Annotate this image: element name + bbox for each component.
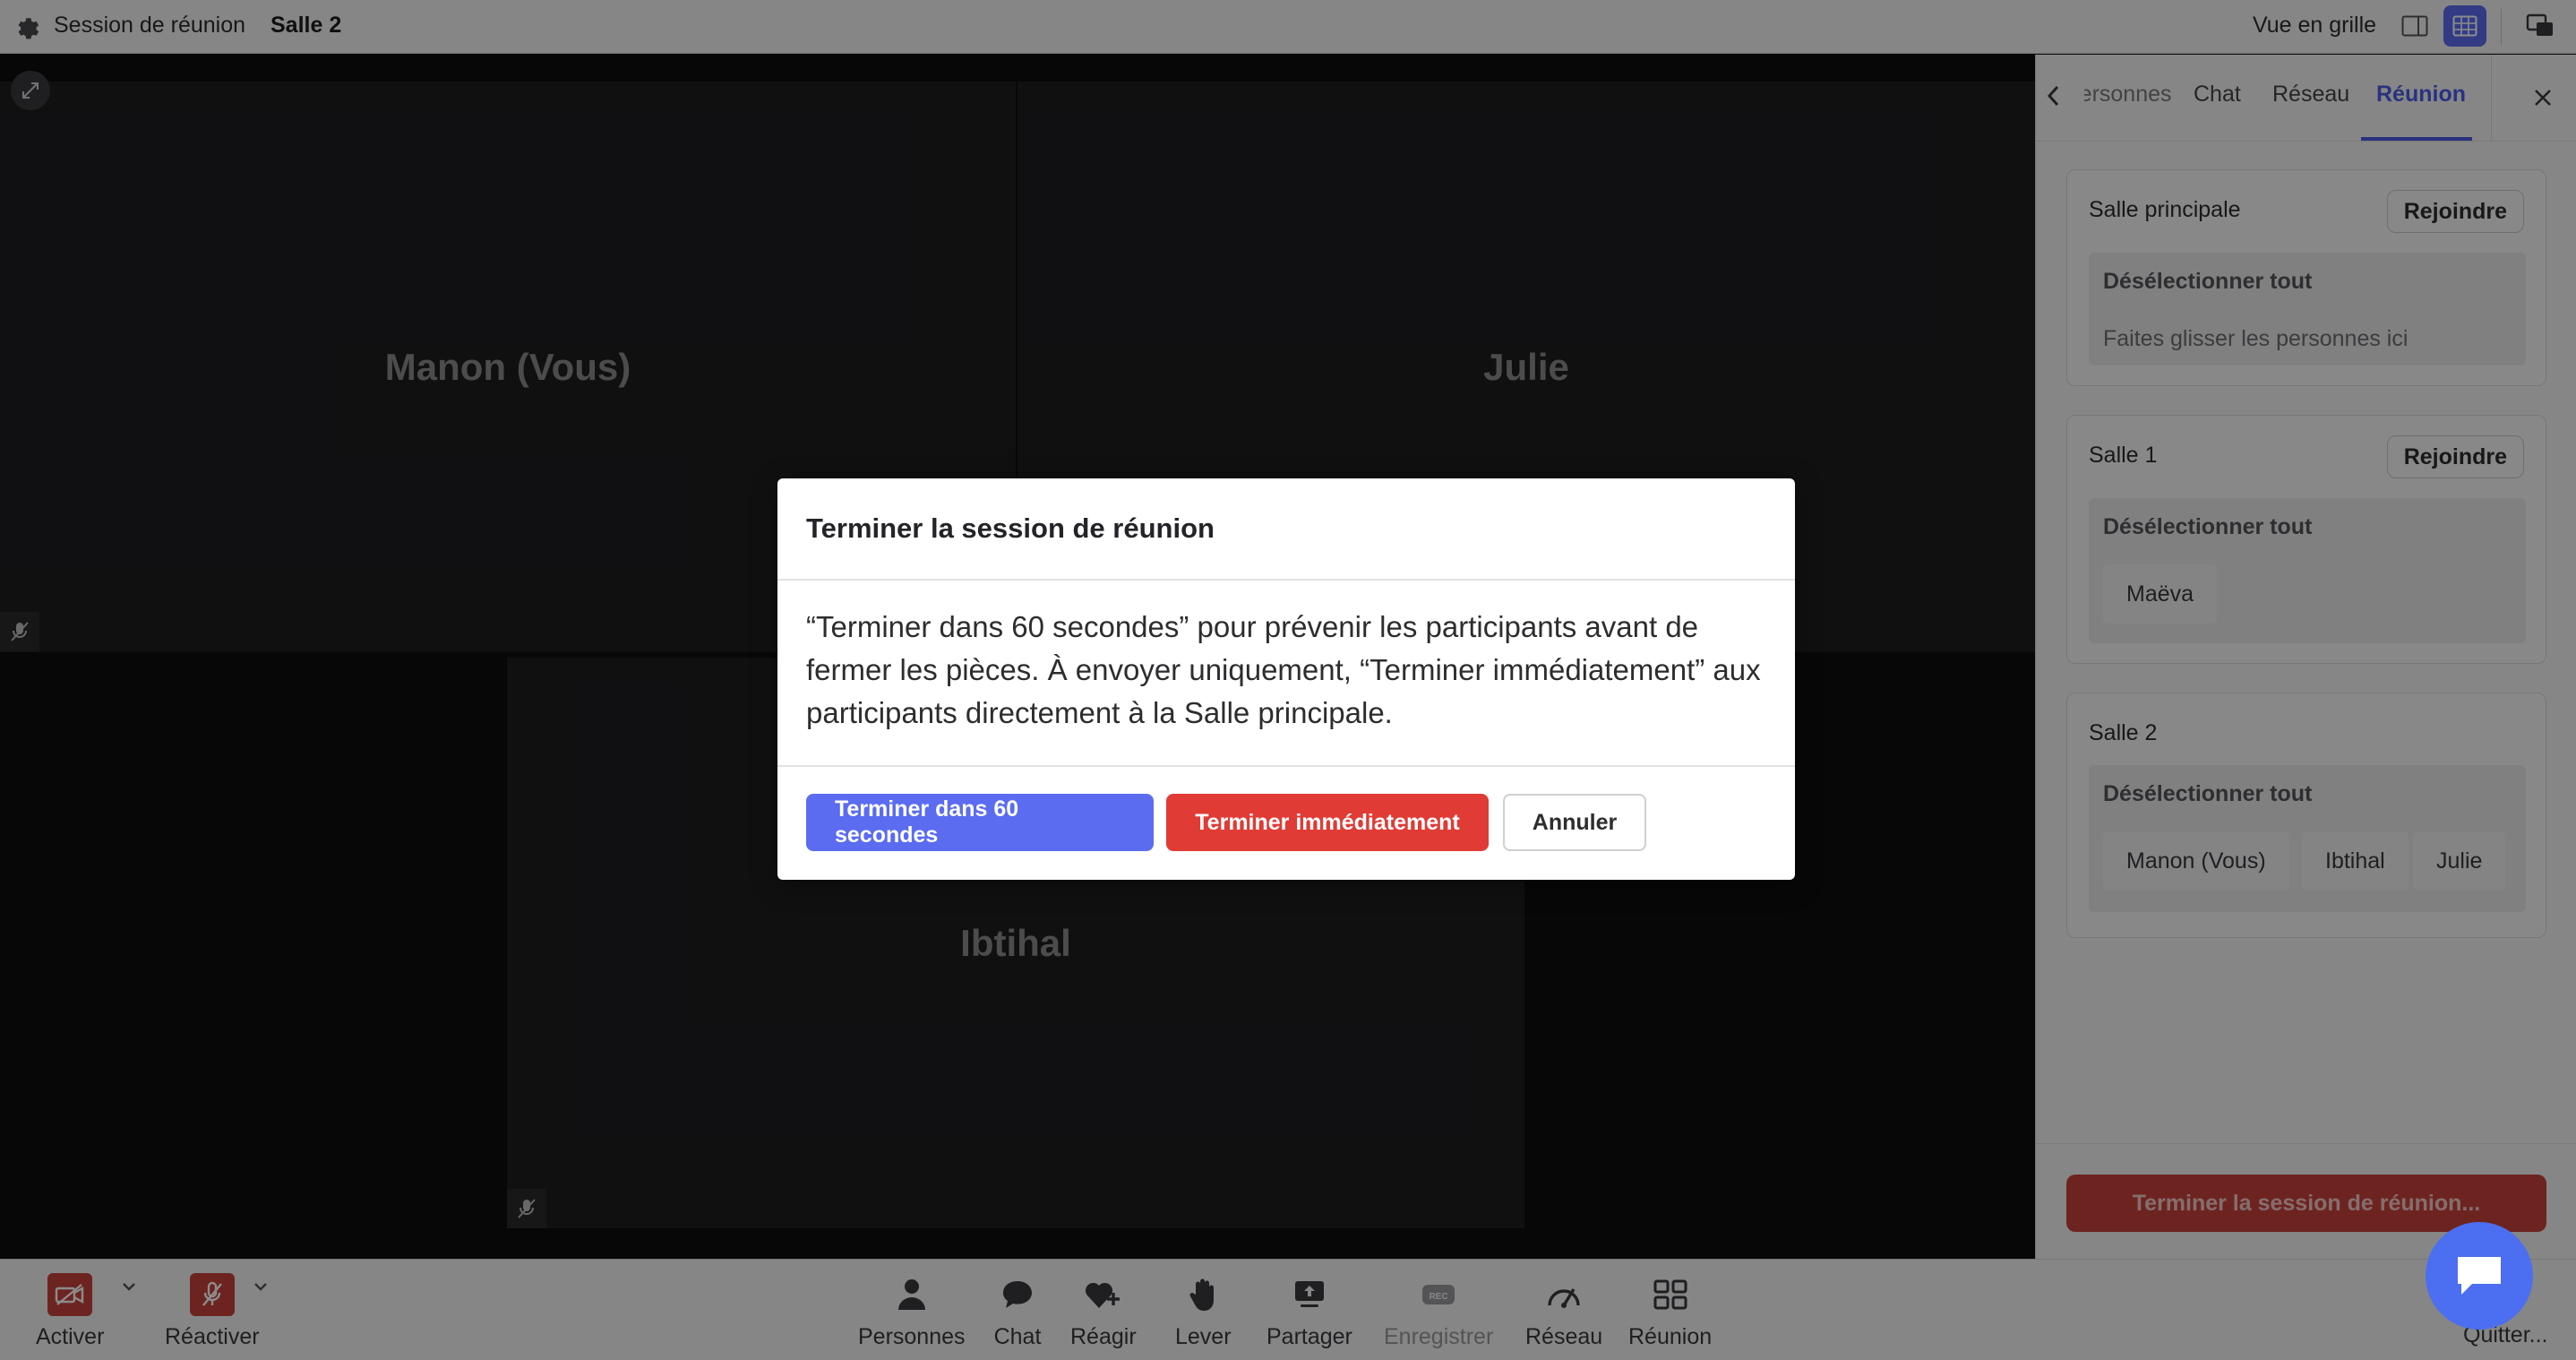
dialog-divider <box>777 765 1795 767</box>
cancel-button[interactable]: Annuler <box>1503 794 1646 851</box>
dialog-message: “Terminer dans 60 secondes” pour préveni… <box>806 610 1761 729</box>
dialog-divider <box>777 579 1795 581</box>
end-in-60-seconds-button[interactable]: Terminer dans 60 secondes <box>806 794 1154 851</box>
dialog-title: Terminer la session de réunion <box>806 512 1215 544</box>
video-call-app: Session de réunion Salle 2 Vue en grille… <box>0 0 2576 1360</box>
end-immediately-button[interactable]: Terminer immédiatement <box>1166 794 1489 851</box>
support-chat-button[interactable] <box>2426 1222 2533 1330</box>
end-session-dialog: Terminer la session de réunion “Terminer… <box>777 478 1795 880</box>
chat-bubble-icon <box>2458 1257 2501 1295</box>
